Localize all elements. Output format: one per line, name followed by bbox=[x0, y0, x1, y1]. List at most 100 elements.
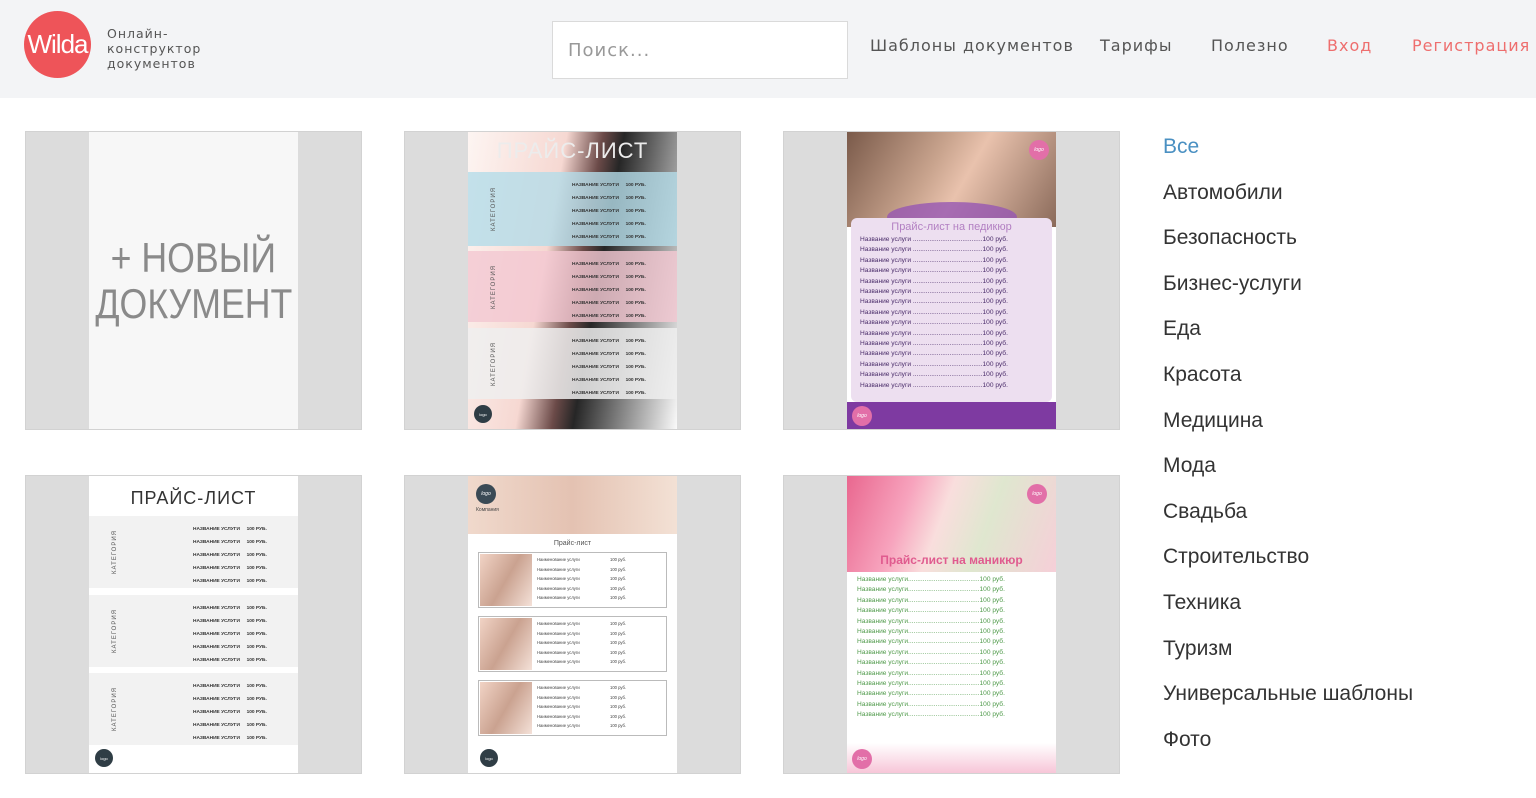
service-row: НАЗВАНИЕ УСЛУГИ 100 РУБ. bbox=[193, 619, 267, 625]
nav-register[interactable]: Регистрация bbox=[1412, 36, 1530, 55]
preview-title: ПРАЙС-ЛИСТ bbox=[496, 138, 649, 163]
category-list: Все Автомобили Безопасность Бизнес-услуг… bbox=[1163, 133, 1413, 771]
category-photo[interactable]: Фото bbox=[1163, 726, 1413, 772]
service-block: Наименование услуги 100 руб. Наименовани… bbox=[478, 552, 667, 608]
pedicure-photo bbox=[847, 132, 1056, 232]
service-row: Наименование услуги 100 руб. bbox=[537, 576, 627, 582]
service-row: Название услуги.........................… bbox=[857, 628, 1005, 636]
service-row: Название услуги.........................… bbox=[857, 659, 1005, 667]
service-row: НАЗВАНИЕ УСЛУГИ 100 РУБ. bbox=[572, 352, 646, 358]
service-row: Наименование услуги 100 руб. bbox=[537, 685, 627, 690]
service-row: НАЗВАНИЕ УСЛУГИ 100 РУБ. bbox=[572, 235, 646, 241]
category-beauty[interactable]: Красота bbox=[1163, 361, 1413, 407]
category-tourism[interactable]: Туризм bbox=[1163, 635, 1413, 681]
service-row: Наименование услуги 100 руб. bbox=[537, 566, 627, 572]
service-rows: НАЗВАНИЕ УСЛУГИ 100 РУБ. НАЗВАНИЕ УСЛУГИ… bbox=[193, 602, 267, 667]
new-document-preview: + НОВЫЙ ДОКУМЕНТ bbox=[89, 132, 298, 429]
category-construction[interactable]: Строительство bbox=[1163, 543, 1413, 589]
service-row: Наименование услуги 100 руб. bbox=[537, 630, 627, 636]
category-fashion[interactable]: Мода bbox=[1163, 452, 1413, 498]
service-row: Название услуги ........................… bbox=[860, 267, 1008, 275]
service-row: НАЗВАНИЕ УСЛУГИ 100 РУБ. bbox=[193, 606, 267, 611]
preview-footer: logo bbox=[95, 747, 292, 769]
category-band: КАТЕГОРИЯ НАЗВАНИЕ УСЛУГИ 100 РУБ. НАЗВА… bbox=[468, 328, 677, 399]
service-row: Наименование услуги 100 руб. bbox=[537, 585, 627, 591]
brows-photo: logo Компания bbox=[468, 476, 677, 534]
service-rows: НАЗВАНИЕ УСЛУГИ 100 РУБ. НАЗВАНИЕ УСЛУГИ… bbox=[193, 523, 267, 588]
service-block: Наименование услуги 100 руб. Наименовани… bbox=[478, 616, 667, 672]
service-row: Название услуги.........................… bbox=[857, 680, 1005, 688]
nav-pricing[interactable]: Тарифы bbox=[1100, 36, 1172, 55]
service-row: НАЗВАНИЕ УСЛУГИ 100 РУБ. bbox=[572, 301, 646, 307]
service-row: Название услуги.........................… bbox=[857, 576, 1005, 583]
wilda-logo[interactable]: Wilda bbox=[24, 11, 91, 78]
logo-badge: logo bbox=[480, 749, 498, 767]
category-band: КАТЕГОРИЯ НАЗВАНИЕ УСЛУГИ 100 РУБ. НАЗВА… bbox=[468, 172, 677, 246]
service-row: НАЗВАНИЕ УСЛУГИ 100 РУБ. bbox=[572, 378, 646, 384]
category-medicine[interactable]: Медицина bbox=[1163, 407, 1413, 453]
service-row: Название услуги ........................… bbox=[860, 277, 1008, 285]
service-row: Название услуги.........................… bbox=[857, 669, 1005, 677]
preview-title: ПРАЙС-ЛИСТ bbox=[130, 488, 257, 508]
template-preview: ПРАЙС-ЛИСТ КАТЕГОРИЯ НАЗВАНИЕ УСЛУГИ 100… bbox=[468, 132, 677, 429]
search-input[interactable] bbox=[553, 22, 847, 78]
template-card-beauty-bands[interactable]: ПРАЙС-ЛИСТ КАТЕГОРИЯ НАЗВАНИЕ УСЛУГИ 100… bbox=[404, 131, 741, 430]
company-label: Компания bbox=[476, 507, 499, 513]
template-preview: logo Прайс-лист на маникюр Название услу… bbox=[847, 476, 1056, 773]
service-row: Наименование услуги 100 руб. bbox=[537, 713, 627, 719]
service-row: НАЗВАНИЕ УСЛУГИ 100 РУБ. bbox=[572, 275, 646, 281]
service-row: НАЗВАНИЕ УСЛУГИ 100 РУБ. bbox=[193, 697, 267, 703]
service-row: НАЗВАНИЕ УСЛУГИ 100 РУБ. bbox=[572, 209, 646, 215]
category-food[interactable]: Еда bbox=[1163, 315, 1413, 361]
tagline-line-2: конструктор bbox=[107, 41, 202, 56]
template-card-pedicure[interactable]: logo Прайс-лист на педикюр Название услу… bbox=[783, 131, 1120, 430]
nav-templates[interactable]: Шаблоны документов bbox=[870, 36, 1074, 55]
service-row: Название услуги ........................… bbox=[860, 329, 1008, 337]
service-row: НАЗВАНИЕ УСЛУГИ 100 РУБ. bbox=[193, 540, 267, 546]
nav-login[interactable]: Вход bbox=[1327, 36, 1372, 55]
service-row: НАЗВАНИЕ УСЛУГИ 100 РУБ. bbox=[193, 632, 267, 638]
nav-useful[interactable]: Полезно bbox=[1211, 36, 1289, 55]
service-row: Название услуги ........................… bbox=[860, 246, 1008, 254]
category-security[interactable]: Безопасность bbox=[1163, 224, 1413, 270]
logo-badge: logo bbox=[95, 749, 113, 767]
service-row: Название услуги.........................… bbox=[857, 607, 1005, 615]
service-rows: НАЗВАНИЕ УСЛУГИ 100 РУБ. НАЗВАНИЕ УСЛУГИ… bbox=[193, 680, 267, 745]
service-row: Наименование услуги 100 руб. bbox=[537, 694, 627, 700]
tagline-line-1: Онлайн- bbox=[107, 26, 169, 41]
service-row: НАЗВАНИЕ УСЛУГИ 100 РУБ. bbox=[193, 579, 267, 585]
service-row: НАЗВАНИЕ УСЛУГИ 100 РУБ. bbox=[572, 196, 646, 202]
category-label: КАТЕГОРИЯ bbox=[111, 530, 118, 574]
template-card-brows[interactable]: logo Компания Прайс-лист Наименование ус… bbox=[404, 475, 741, 774]
service-row: Название услуги ........................… bbox=[860, 308, 1008, 316]
service-row: НАЗВАНИЕ УСЛУГИ 100 РУБ. bbox=[572, 391, 646, 397]
template-card-plain[interactable]: ПРАЙС-ЛИСТ КАТЕГОРИЯ НАЗВАНИЕ УСЛУГИ 100… bbox=[25, 475, 362, 774]
category-wedding[interactable]: Свадьба bbox=[1163, 498, 1413, 544]
service-row: Название услуги.........................… bbox=[857, 690, 1005, 698]
service-row: Название услуги ........................… bbox=[860, 256, 1008, 264]
preview-title: Прайс-лист на маникюр bbox=[880, 553, 1023, 567]
category-label: КАТЕГОРИЯ bbox=[490, 264, 497, 309]
service-row: НАЗВАНИЕ УСЛУГИ 100 РУБ. bbox=[193, 684, 267, 689]
template-card-manicure[interactable]: logo Прайс-лист на маникюр Название услу… bbox=[783, 475, 1120, 774]
service-row: Название услуги ........................… bbox=[860, 371, 1008, 379]
category-label: КАТЕГОРИЯ bbox=[490, 187, 497, 231]
new-document-card[interactable]: + НОВЫЙ ДОКУМЕНТ bbox=[25, 131, 362, 430]
service-row: НАЗВАНИЕ УСЛУГИ 100 РУБ. bbox=[193, 658, 267, 664]
preview-title: Прайс-лист bbox=[553, 540, 592, 547]
category-business[interactable]: Бизнес-услуги bbox=[1163, 270, 1413, 316]
service-row: НАЗВАНИЕ УСЛУГИ 100 РУБ. bbox=[193, 723, 267, 729]
logo-badge: logo bbox=[474, 405, 492, 423]
template-preview: logo Прайс-лист на педикюр Название услу… bbox=[847, 132, 1056, 429]
category-universal[interactable]: Универсальные шаблоны bbox=[1163, 680, 1413, 726]
service-row: Название услуги ........................… bbox=[860, 381, 1008, 389]
service-row: Название услуги.........................… bbox=[857, 700, 1005, 708]
category-tech[interactable]: Техника bbox=[1163, 589, 1413, 635]
template-preview: ПРАЙС-ЛИСТ КАТЕГОРИЯ НАЗВАНИЕ УСЛУГИ 100… bbox=[89, 476, 298, 773]
preview-footer: logo bbox=[474, 747, 671, 769]
category-cars[interactable]: Автомобили bbox=[1163, 179, 1413, 225]
category-band: КАТЕГОРИЯ НАЗВАНИЕ УСЛУГИ 100 РУБ. НАЗВА… bbox=[89, 516, 298, 588]
category-all[interactable]: Все bbox=[1163, 133, 1413, 179]
logo-badge: logo bbox=[1027, 484, 1047, 504]
category-label: КАТЕГОРИЯ bbox=[111, 687, 118, 731]
